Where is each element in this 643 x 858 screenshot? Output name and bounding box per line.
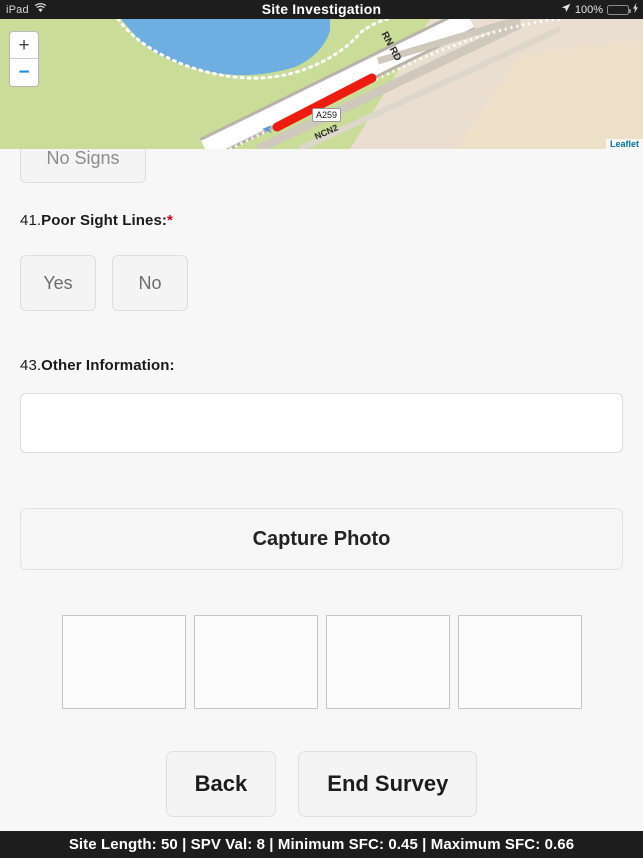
site-summary-bar: Site Length: 50 | SPV Val: 8 | Minimum S…	[0, 831, 643, 858]
end-survey-button[interactable]: End Survey	[298, 751, 478, 817]
option-label: Yes	[43, 272, 73, 293]
other-information-field-wrap	[0, 393, 643, 453]
option-label: No	[138, 272, 162, 293]
zoom-in-button[interactable]: +	[10, 32, 38, 59]
question-43: 43.Other Information:	[0, 357, 643, 374]
status-bar-center: Site Investigation	[200, 0, 443, 18]
question-41-label: 41.Poor Sight Lines:*	[20, 212, 623, 229]
capture-photo-button[interactable]: Capture Photo	[20, 508, 623, 570]
photo-slot[interactable]	[193, 615, 318, 709]
battery-full-icon	[607, 4, 631, 15]
back-button[interactable]: Back	[165, 751, 277, 817]
leaflet-attribution[interactable]: Leaflet	[605, 139, 643, 149]
capture-photo-wrap: Capture Photo	[0, 508, 643, 570]
app-root: iPad Site Investigation 100% No Signs 41…	[0, 0, 643, 858]
back-label: Back	[194, 771, 248, 796]
question-41-options: Yes No	[0, 255, 643, 311]
status-bar-left: iPad	[0, 3, 200, 16]
zoom-out-button[interactable]: −	[10, 59, 38, 86]
ios-status-bar: iPad Site Investigation 100%	[0, 0, 643, 19]
photo-slot[interactable]	[457, 615, 582, 709]
site-map[interactable]: + − A259 NCN2 RN RD Leaflet	[0, 19, 643, 149]
road-shield-a259: A259	[312, 108, 342, 122]
option-no[interactable]: No	[112, 255, 188, 311]
wifi-icon	[34, 3, 47, 16]
question-41: 41.Poor Sight Lines:*	[0, 212, 643, 229]
page-title: Site Investigation	[261, 0, 382, 17]
question-41-text: Poor Sight Lines:	[41, 212, 168, 229]
photo-slot[interactable]	[325, 615, 450, 709]
navigation-buttons: Back End Survey	[0, 751, 643, 817]
option-label: No Signs	[46, 147, 120, 168]
required-asterisk: *	[167, 212, 173, 229]
question-41-number: 41.	[20, 212, 42, 229]
capture-photo-label: Capture Photo	[252, 527, 391, 550]
other-information-input[interactable]	[20, 393, 623, 453]
site-summary-text: Site Length: 50 | SPV Val: 8 | Minimum S…	[68, 836, 575, 853]
question-43-label: 43.Other Information:	[20, 357, 623, 374]
device-name: iPad	[6, 3, 29, 16]
map-zoom-controls[interactable]: + −	[9, 31, 39, 87]
lightning-bolt-icon	[633, 3, 638, 16]
option-yes[interactable]: Yes	[20, 255, 96, 311]
photo-thumbnail-list	[0, 615, 643, 709]
photo-slot[interactable]	[61, 615, 186, 709]
question-43-text: Other Information:	[41, 357, 175, 374]
end-survey-label: End Survey	[327, 771, 449, 796]
location-arrow-icon	[561, 3, 571, 16]
question-43-number: 43.	[20, 357, 42, 374]
status-bar-right: 100%	[443, 3, 643, 16]
battery-percent: 100%	[574, 3, 603, 16]
